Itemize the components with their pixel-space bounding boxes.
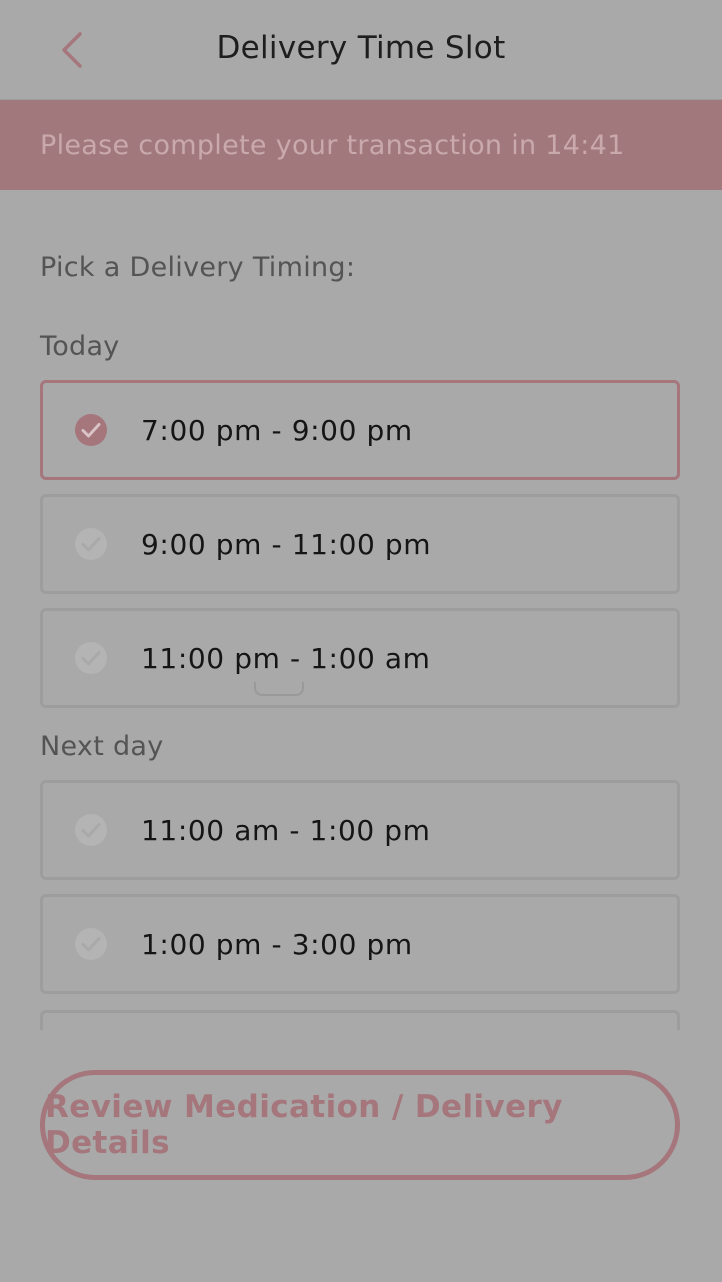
slot-list-today: 7:00 pm - 9:00 pm 9:00 pm - 11:00 pm 11:… bbox=[40, 380, 680, 722]
check-circle-icon bbox=[75, 814, 107, 846]
time-slot[interactable]: 11:00 am - 1:00 pm bbox=[40, 780, 680, 880]
section-prompt: Pick a Delivery Timing: bbox=[40, 252, 356, 283]
time-slot-label: 11:00 pm - 1:00 am bbox=[141, 641, 431, 675]
time-slot[interactable]: 7:00 pm - 9:00 pm bbox=[40, 380, 680, 480]
timer-banner: Please complete your transaction in 14:4… bbox=[0, 100, 722, 190]
time-slot-label: 11:00 am - 1:00 pm bbox=[141, 813, 431, 847]
header: Delivery Time Slot bbox=[0, 0, 722, 100]
review-details-button[interactable]: Review Medication / Delivery Details bbox=[40, 1070, 680, 1180]
drag-handle[interactable] bbox=[254, 682, 304, 696]
time-slot[interactable]: 11:00 pm - 1:00 am bbox=[40, 608, 680, 708]
delivery-time-slot-screen: Delivery Time Slot Please complete your … bbox=[0, 0, 722, 1282]
timer-text: Please complete your transaction in 14:4… bbox=[40, 129, 625, 161]
check-circle-icon bbox=[75, 528, 107, 560]
time-slot-label: 1:00 pm - 3:00 pm bbox=[141, 927, 413, 961]
scroll-clip bbox=[0, 1010, 722, 1030]
time-slot[interactable]: 1:00 pm - 3:00 pm bbox=[40, 894, 680, 994]
time-slot-label: 9:00 pm - 11:00 pm bbox=[141, 527, 432, 561]
group-label-today: Today bbox=[40, 331, 120, 362]
time-slot-label: 7:00 pm - 9:00 pm bbox=[141, 413, 413, 447]
check-circle-icon bbox=[75, 414, 107, 446]
check-circle-icon bbox=[75, 642, 107, 674]
group-label-next-day: Next day bbox=[40, 731, 164, 762]
review-details-label: Review Medication / Delivery Details bbox=[45, 1089, 563, 1161]
time-slot[interactable]: 9:00 pm - 11:00 pm bbox=[40, 494, 680, 594]
page-title: Delivery Time Slot bbox=[216, 30, 506, 66]
slot-list-next-day: 11:00 am - 1:00 pm 1:00 pm - 3:00 pm bbox=[40, 780, 680, 1008]
check-circle-icon bbox=[75, 928, 107, 960]
time-slot-partial[interactable] bbox=[40, 1010, 680, 1030]
